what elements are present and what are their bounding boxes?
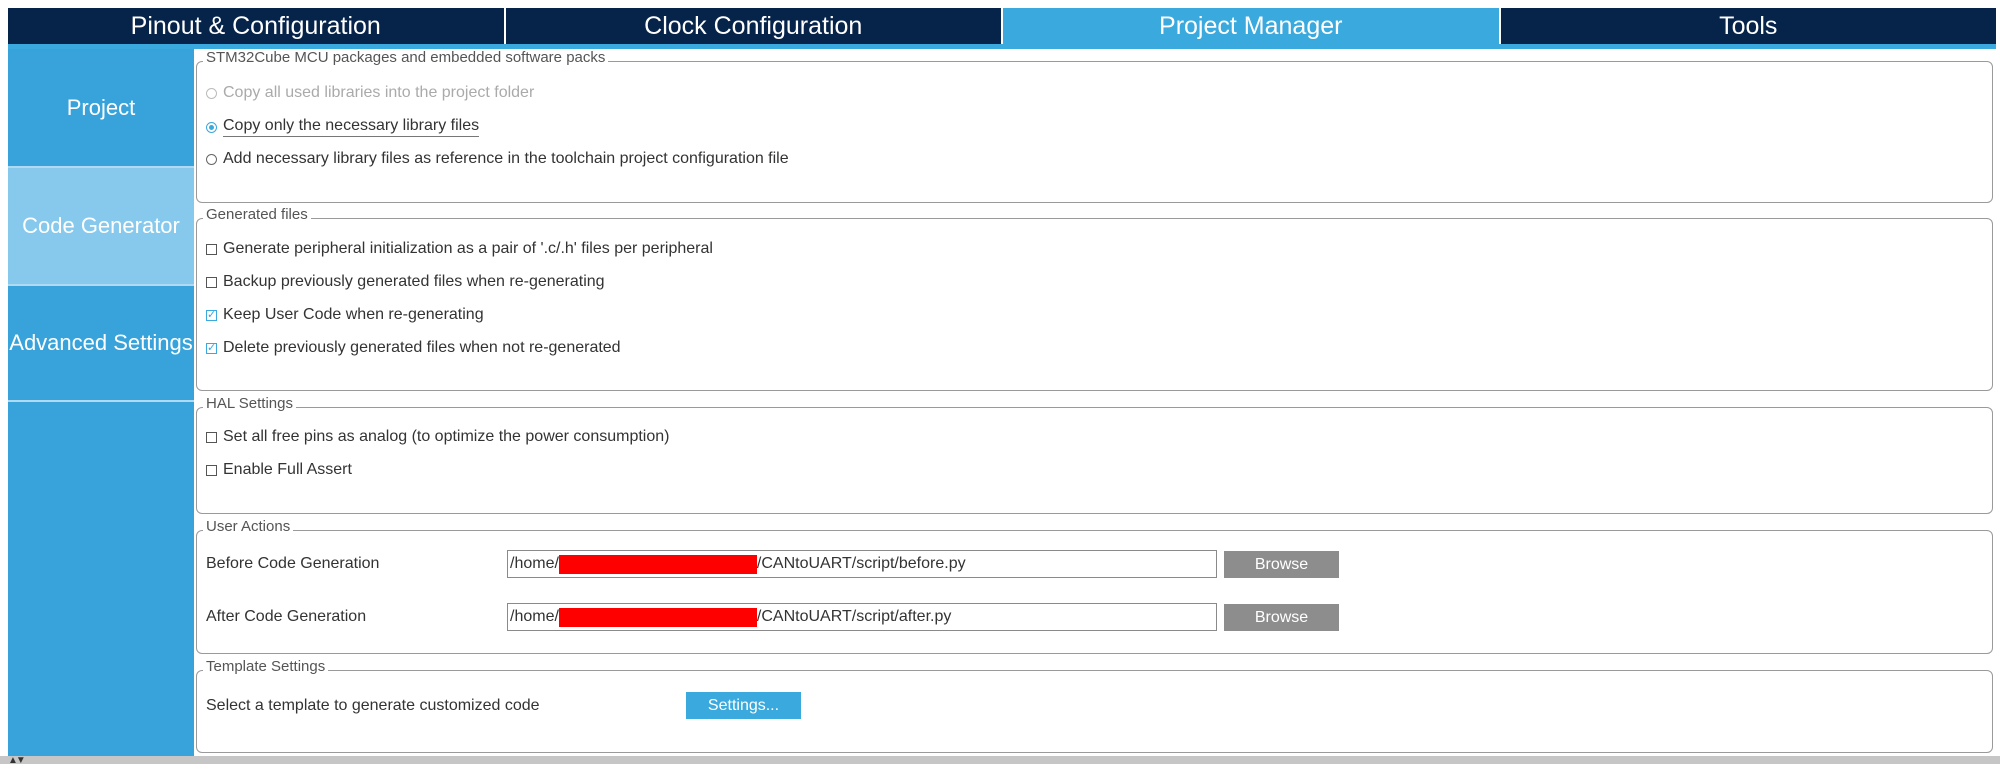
- hal-settings-group: HAL Settings Set all free pins as analog…: [196, 395, 1993, 514]
- browse-after-button[interactable]: Browse: [1224, 604, 1339, 631]
- after-generation-label: After Code Generation: [206, 608, 367, 625]
- sidebar: Project Code Generator Advanced Settings: [8, 49, 194, 756]
- checkbox-free-pins-analog[interactable]: Set all free pins as analog (to optimize…: [206, 428, 669, 446]
- checkbox-label: Generate peripheral initialization as a …: [223, 240, 713, 257]
- path-suffix: /CANtoUART/script/before.py: [756, 555, 966, 572]
- user-actions-group: User Actions Before Code Generation /hom…: [196, 518, 1993, 654]
- checkbox-label: Enable Full Assert: [223, 461, 352, 478]
- template-settings-group-title: Template Settings: [203, 658, 329, 675]
- browse-before-button[interactable]: Browse: [1224, 551, 1339, 578]
- checkbox-icon: [206, 464, 217, 476]
- user-actions-group-title: User Actions: [203, 518, 294, 535]
- checkbox-generate-peripheral-pairs[interactable]: Generate peripheral initialization as a …: [206, 240, 713, 258]
- radio-label: Copy only the necessary library files: [223, 117, 480, 137]
- checkbox-label: Keep User Code when re-generating: [223, 306, 484, 323]
- radio-add-as-reference[interactable]: Add necessary library files as reference…: [206, 150, 789, 168]
- sidebar-item-project[interactable]: Project: [8, 49, 194, 166]
- generated-files-group-title: Generated files: [203, 206, 311, 223]
- template-settings-group: Template Settings Select a template to g…: [196, 658, 1993, 753]
- redacted-block: [558, 554, 757, 574]
- tab-pinout-configuration[interactable]: Pinout & Configuration: [8, 8, 506, 44]
- template-settings-label: Select a template to generate customized…: [206, 697, 540, 714]
- tab-clock-configuration[interactable]: Clock Configuration: [506, 8, 1003, 44]
- checkbox-label: Delete previously generated files when n…: [223, 339, 621, 356]
- checkbox-label: Set all free pins as analog (to optimize…: [223, 428, 670, 445]
- radio-circle-icon: [206, 153, 217, 165]
- redacted-block: [558, 607, 757, 627]
- radio-circle-icon: [206, 87, 217, 99]
- radio-label: Copy all used libraries into the project…: [223, 84, 535, 101]
- radio-selected-icon: [206, 121, 217, 133]
- checkbox-label: Backup previously generated files when r…: [223, 273, 605, 290]
- path-prefix: /home/: [510, 555, 559, 572]
- sidebar-item-advanced-settings[interactable]: Advanced Settings: [8, 286, 194, 400]
- checkbox-enable-full-assert[interactable]: Enable Full Assert: [206, 461, 352, 479]
- sidebar-item-code-generator[interactable]: Code Generator: [8, 168, 194, 284]
- tab-project-manager[interactable]: Project Manager: [1003, 8, 1501, 44]
- checkbox-delete-previous-files[interactable]: ✓ Delete previously generated files when…: [206, 339, 621, 357]
- hal-settings-group-title: HAL Settings: [203, 395, 296, 412]
- checkbox-icon: [206, 276, 217, 288]
- before-generation-path-input[interactable]: /home/ /CANtoUART/script/before.py: [507, 550, 1217, 578]
- packages-group-title: STM32Cube MCU packages and embedded soft…: [203, 49, 609, 66]
- sidebar-divider: [8, 400, 194, 402]
- top-tab-bar: Pinout & Configuration Clock Configurati…: [8, 8, 1996, 44]
- checkbox-backup-generated-files[interactable]: Backup previously generated files when r…: [206, 273, 605, 291]
- before-generation-label: Before Code Generation: [206, 555, 380, 572]
- checkbox-icon: [206, 431, 217, 443]
- radio-copy-necessary-libraries[interactable]: Copy only the necessary library files: [206, 117, 480, 137]
- bottom-splitter-bar[interactable]: [0, 756, 2000, 764]
- radio-copy-all-libraries[interactable]: Copy all used libraries into the project…: [206, 84, 534, 102]
- template-settings-button[interactable]: Settings...: [686, 692, 801, 719]
- path-suffix: /CANtoUART/script/after.py: [756, 608, 952, 625]
- collapse-arrows-icon[interactable]: ▲▼: [8, 755, 26, 766]
- checkbox-keep-user-code[interactable]: ✓ Keep User Code when re-generating: [206, 306, 484, 324]
- checkmark-icon: ✓: [206, 341, 217, 354]
- radio-label: Add necessary library files as reference…: [223, 150, 789, 167]
- checkmark-icon: ✓: [206, 308, 217, 321]
- tab-tools[interactable]: Tools: [1501, 8, 1997, 44]
- packages-group: STM32Cube MCU packages and embedded soft…: [196, 49, 1993, 203]
- path-prefix: /home/: [510, 608, 559, 625]
- checkbox-icon: [206, 243, 217, 255]
- after-generation-path-input[interactable]: /home/ /CANtoUART/script/after.py: [507, 603, 1217, 631]
- generated-files-group: Generated files Generate peripheral init…: [196, 206, 1993, 391]
